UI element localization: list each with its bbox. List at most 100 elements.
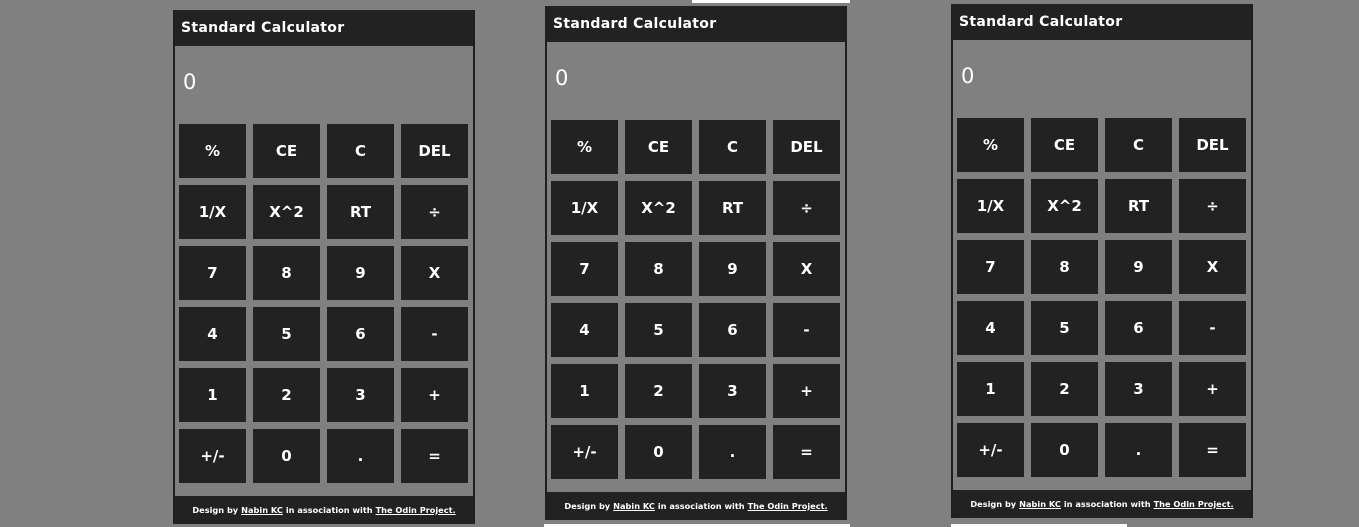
digit-7-key[interactable]: 7 [179,246,246,300]
digit-1-key[interactable]: 1 [179,368,246,422]
calculator-1: Standard Calculator 0 % CE C DEL 1/X X^2… [173,10,475,524]
calculator-title: Standard Calculator [181,20,345,36]
calculator-display: 0 [961,64,975,88]
square-root-key[interactable]: RT [1105,179,1172,233]
clear-key[interactable]: C [1105,118,1172,172]
digit-2-key[interactable]: 2 [1031,362,1098,416]
decimal-key[interactable]: . [1105,423,1172,477]
digit-2-key[interactable]: 2 [253,368,320,422]
decimal-key[interactable]: . [327,429,394,483]
subtract-key[interactable]: - [401,307,468,361]
calculator-2: Standard Calculator 0 % CE C DEL 1/X X^2… [545,6,847,520]
digit-4-key[interactable]: 4 [957,301,1024,355]
delete-key[interactable]: DEL [401,124,468,178]
percent-key[interactable]: % [957,118,1024,172]
delete-key[interactable]: DEL [1179,118,1246,172]
keypad: % CE C DEL 1/X X^2 RT ÷ 7 8 9 X 4 5 6 - … [551,120,841,479]
digit-9-key[interactable]: 9 [327,246,394,300]
top-edge-strip [692,0,850,3]
keypad: % CE C DEL 1/X X^2 RT ÷ 7 8 9 X 4 5 6 - … [179,124,469,483]
digit-3-key[interactable]: 3 [1105,362,1172,416]
digit-2-key[interactable]: 2 [625,364,692,418]
square-key[interactable]: X^2 [625,181,692,235]
square-key[interactable]: X^2 [1031,179,1098,233]
footer-prefix: Design by [192,505,239,515]
reciprocal-key[interactable]: 1/X [957,179,1024,233]
clear-entry-key[interactable]: CE [1031,118,1098,172]
square-root-key[interactable]: RT [699,181,766,235]
negate-key[interactable]: +/- [551,425,618,479]
reciprocal-key[interactable]: 1/X [551,181,618,235]
clear-entry-key[interactable]: CE [625,120,692,174]
equals-key[interactable]: = [773,425,840,479]
digit-9-key[interactable]: 9 [699,242,766,296]
digit-0-key[interactable]: 0 [625,425,692,479]
multiply-key[interactable]: X [1179,240,1246,294]
digit-5-key[interactable]: 5 [625,303,692,357]
square-root-key[interactable]: RT [327,185,394,239]
author-link[interactable]: Nabin KC [1019,499,1061,509]
footer-prefix: Design by [970,499,1017,509]
square-key[interactable]: X^2 [253,185,320,239]
subtract-key[interactable]: - [1179,301,1246,355]
clear-entry-key[interactable]: CE [253,124,320,178]
digit-5-key[interactable]: 5 [253,307,320,361]
project-link[interactable]: The Odin Project. [1154,499,1234,509]
delete-key[interactable]: DEL [773,120,840,174]
digit-4-key[interactable]: 4 [551,303,618,357]
clear-key[interactable]: C [327,124,394,178]
keypad: % CE C DEL 1/X X^2 RT ÷ 7 8 9 X 4 5 6 - … [957,118,1247,477]
digit-8-key[interactable]: 8 [1031,240,1098,294]
calculator-3: Standard Calculator 0 % CE C DEL 1/X X^2… [951,4,1253,518]
footer-middle: in association with [657,501,745,511]
percent-key[interactable]: % [179,124,246,178]
digit-3-key[interactable]: 3 [699,364,766,418]
digit-8-key[interactable]: 8 [625,242,692,296]
calculator-footer: Design by Nabin KC in association with T… [547,492,845,520]
project-link[interactable]: The Odin Project. [748,501,828,511]
add-key[interactable]: + [773,364,840,418]
digit-6-key[interactable]: 6 [699,303,766,357]
negate-key[interactable]: +/- [957,423,1024,477]
digit-5-key[interactable]: 5 [1031,301,1098,355]
footer-middle: in association with [1063,499,1151,509]
calculator-display: 0 [183,70,197,94]
author-link[interactable]: Nabin KC [613,501,655,511]
project-link[interactable]: The Odin Project. [376,505,456,515]
footer-middle: in association with [285,505,373,515]
subtract-key[interactable]: - [773,303,840,357]
calculator-title: Standard Calculator [553,16,717,32]
calculator-footer: Design by Nabin KC in association with T… [175,496,473,524]
divide-key[interactable]: ÷ [401,185,468,239]
digit-6-key[interactable]: 6 [327,307,394,361]
negate-key[interactable]: +/- [179,429,246,483]
calculator-footer: Design by Nabin KC in association with T… [953,490,1251,518]
digit-7-key[interactable]: 7 [551,242,618,296]
calculator-title-bar: Standard Calculator [547,6,845,42]
clear-key[interactable]: C [699,120,766,174]
digit-0-key[interactable]: 0 [1031,423,1098,477]
digit-3-key[interactable]: 3 [327,368,394,422]
equals-key[interactable]: = [401,429,468,483]
digit-1-key[interactable]: 1 [551,364,618,418]
author-link[interactable]: Nabin KC [241,505,283,515]
digit-9-key[interactable]: 9 [1105,240,1172,294]
percent-key[interactable]: % [551,120,618,174]
calculator-title-bar: Standard Calculator [175,10,473,46]
add-key[interactable]: + [1179,362,1246,416]
add-key[interactable]: + [401,368,468,422]
divide-key[interactable]: ÷ [773,181,840,235]
multiply-key[interactable]: X [401,246,468,300]
footer-prefix: Design by [564,501,611,511]
digit-0-key[interactable]: 0 [253,429,320,483]
digit-6-key[interactable]: 6 [1105,301,1172,355]
digit-8-key[interactable]: 8 [253,246,320,300]
divide-key[interactable]: ÷ [1179,179,1246,233]
digit-1-key[interactable]: 1 [957,362,1024,416]
decimal-key[interactable]: . [699,425,766,479]
digit-7-key[interactable]: 7 [957,240,1024,294]
digit-4-key[interactable]: 4 [179,307,246,361]
multiply-key[interactable]: X [773,242,840,296]
equals-key[interactable]: = [1179,423,1246,477]
reciprocal-key[interactable]: 1/X [179,185,246,239]
